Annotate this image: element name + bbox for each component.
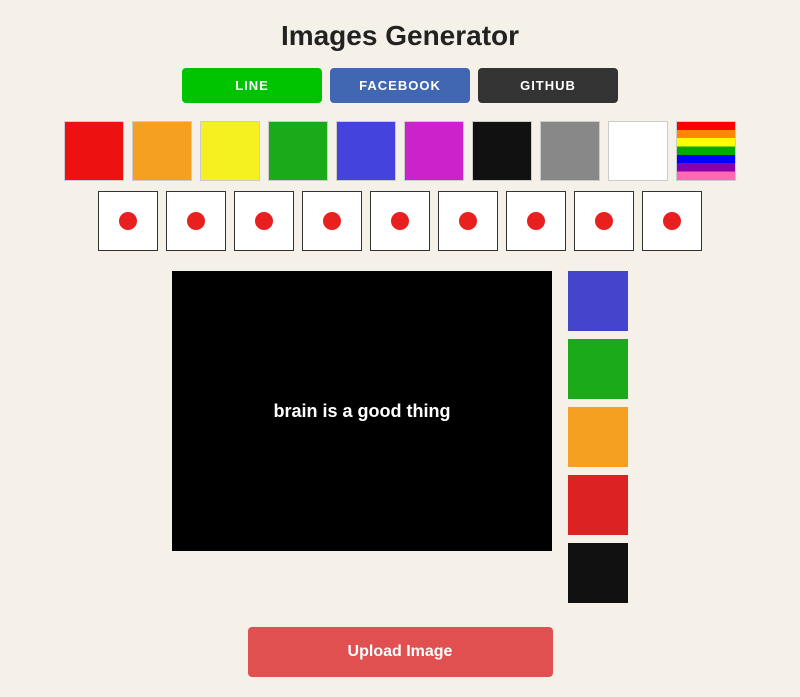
side-swatch-orange[interactable] xyxy=(568,407,628,467)
swatch-white[interactable] xyxy=(608,121,668,181)
dot-swatch-5[interactable] xyxy=(370,191,430,251)
line-button[interactable]: LINE xyxy=(182,68,322,103)
dot-swatches-row xyxy=(98,191,702,251)
swatch-blue[interactable] xyxy=(336,121,396,181)
red-dot-4 xyxy=(323,212,341,230)
swatch-green[interactable] xyxy=(268,121,328,181)
side-color-palette xyxy=(568,271,628,603)
dot-swatch-9[interactable] xyxy=(642,191,702,251)
side-swatch-blue[interactable] xyxy=(568,271,628,331)
dot-swatch-7[interactable] xyxy=(506,191,566,251)
swatch-gray[interactable] xyxy=(540,121,600,181)
red-dot-8 xyxy=(595,212,613,230)
side-swatch-green[interactable] xyxy=(568,339,628,399)
side-swatch-black[interactable] xyxy=(568,543,628,603)
dot-swatch-4[interactable] xyxy=(302,191,362,251)
color-swatches-row xyxy=(64,121,736,181)
swatch-red[interactable] xyxy=(64,121,124,181)
dot-swatch-6[interactable] xyxy=(438,191,498,251)
swatch-black[interactable] xyxy=(472,121,532,181)
swatch-orange[interactable] xyxy=(132,121,192,181)
swatch-rainbow[interactable] xyxy=(676,121,736,181)
dot-swatch-3[interactable] xyxy=(234,191,294,251)
dot-swatch-1[interactable] xyxy=(98,191,158,251)
canvas-text: brain is a good thing xyxy=(274,401,451,422)
red-dot-9 xyxy=(663,212,681,230)
swatch-yellow[interactable] xyxy=(200,121,260,181)
facebook-button[interactable]: FACEBOOK xyxy=(330,68,470,103)
upload-image-button[interactable]: Upload Image xyxy=(248,627,553,677)
swatch-magenta[interactable] xyxy=(404,121,464,181)
red-dot-6 xyxy=(459,212,477,230)
red-dot-5 xyxy=(391,212,409,230)
github-button[interactable]: GITHUB xyxy=(478,68,618,103)
dot-swatch-8[interactable] xyxy=(574,191,634,251)
red-dot-7 xyxy=(527,212,545,230)
side-swatch-red[interactable] xyxy=(568,475,628,535)
canvas-preview: brain is a good thing xyxy=(172,271,552,551)
red-dot-1 xyxy=(119,212,137,230)
page-title: Images Generator xyxy=(281,20,519,52)
red-dot-3 xyxy=(255,212,273,230)
main-area: brain is a good thing xyxy=(172,271,628,603)
platform-buttons: LINE FACEBOOK GITHUB xyxy=(182,68,618,103)
red-dot-2 xyxy=(187,212,205,230)
dot-swatch-2[interactable] xyxy=(166,191,226,251)
